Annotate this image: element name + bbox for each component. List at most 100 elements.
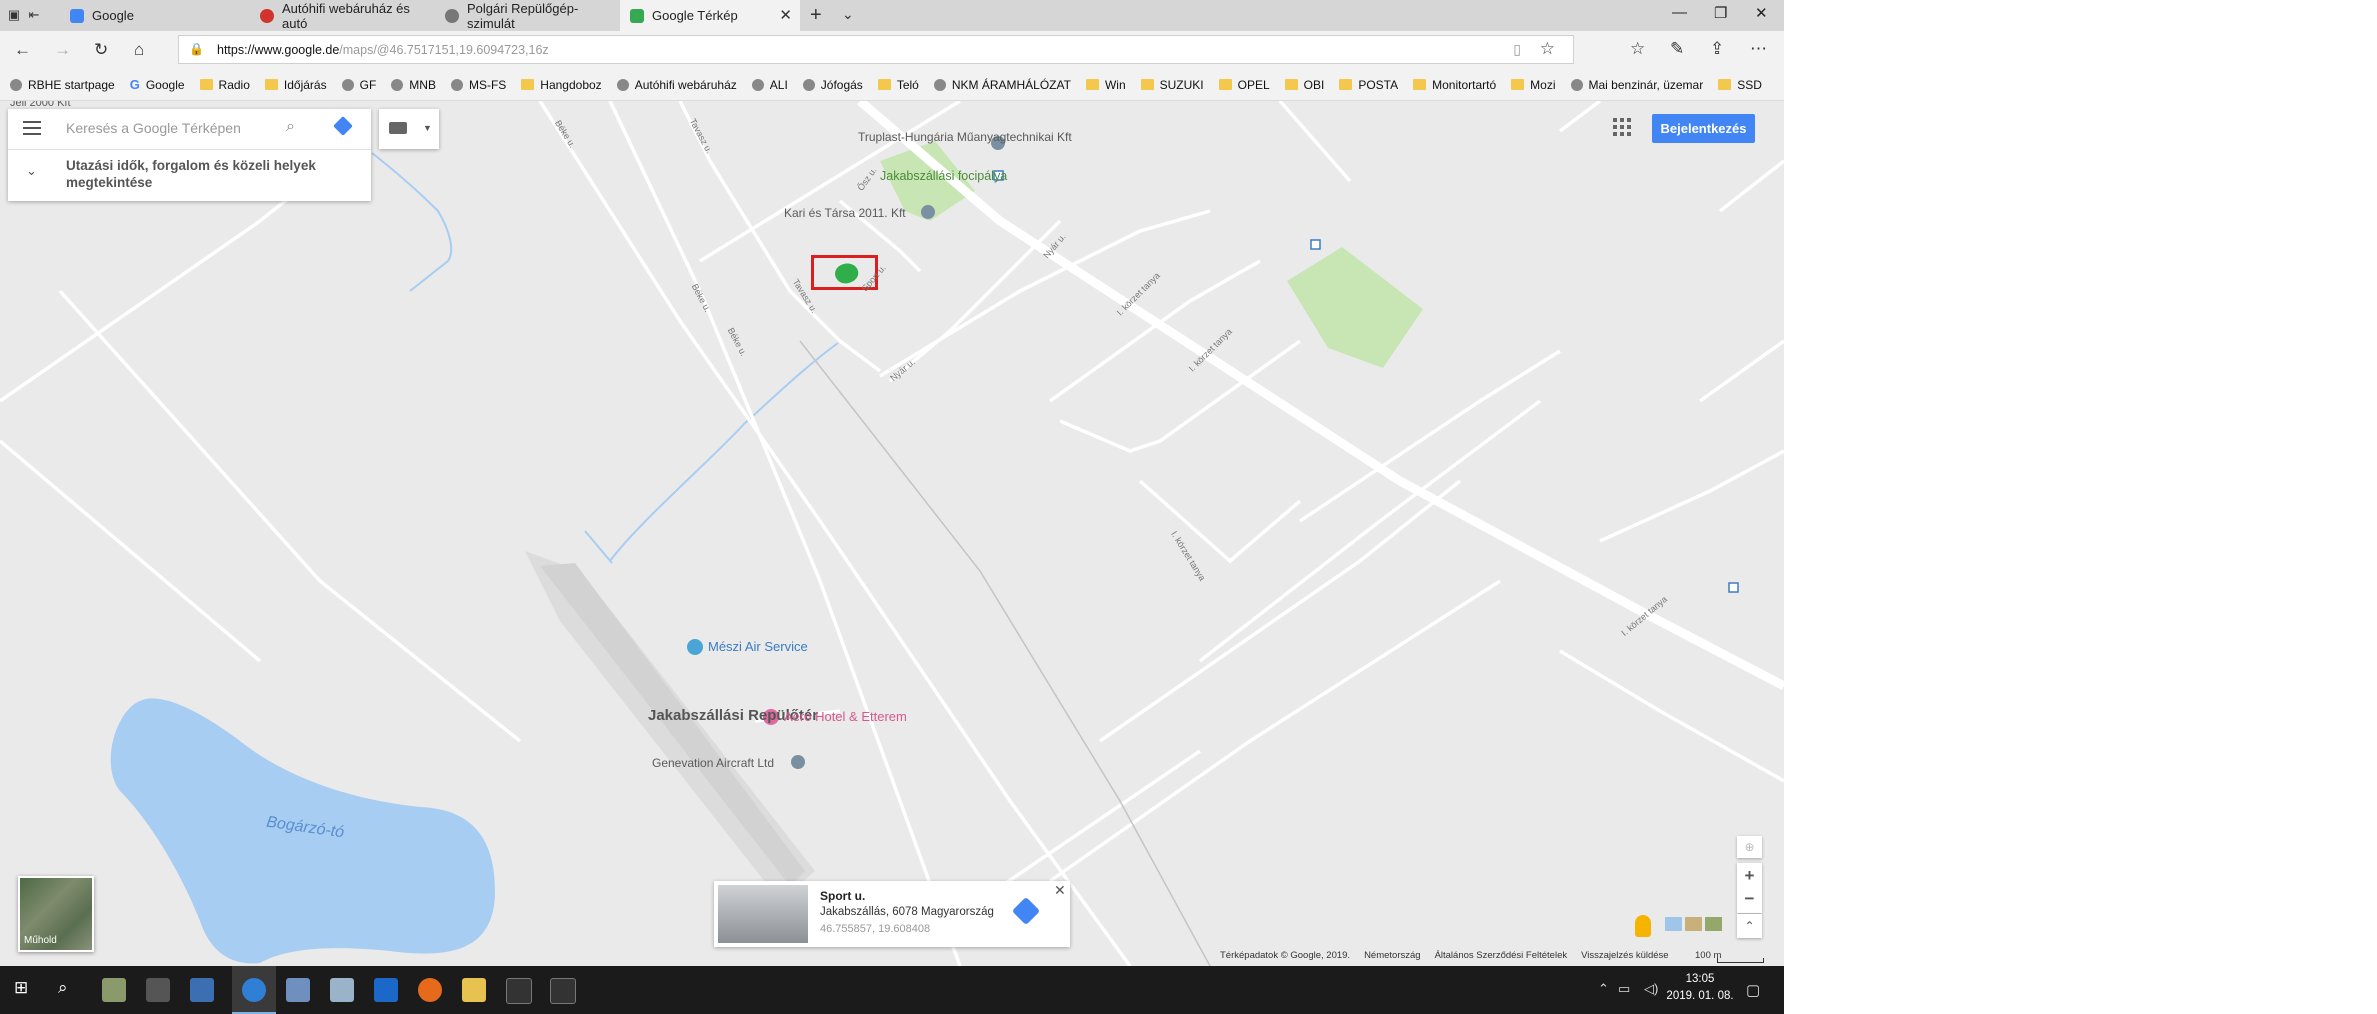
close-window-icon[interactable]: ✕ <box>1755 4 1768 22</box>
favorite-item[interactable]: Mai benzinár, üzemar <box>1570 78 1703 92</box>
reading-view-icon[interactable]: ▯ <box>1513 41 1521 58</box>
favorite-item[interactable]: SUZUKI <box>1140 78 1204 92</box>
favorite-item[interactable]: Autóhifi webáruház <box>616 78 737 92</box>
share-icon[interactable]: ⇪ <box>1710 39 1724 59</box>
layer-thumbnails[interactable] <box>1665 917 1722 931</box>
star-icon[interactable]: ☆ <box>1540 39 1555 59</box>
label-jell[interactable]: Jell 2000 Kft <box>10 101 71 109</box>
tray-chevron-icon[interactable]: ⌃ <box>1598 981 1609 997</box>
favorite-item[interactable]: SSD <box>1718 78 1762 92</box>
input-tools[interactable]: ▼ <box>379 109 439 149</box>
pegman-icon[interactable] <box>1635 915 1651 937</box>
my-location-button[interactable]: ⊕ <box>1737 836 1762 858</box>
set-aside-tabs-icon[interactable]: ⇤ <box>26 7 42 23</box>
card-coords[interactable]: 46.755857, 19.608408 <box>820 923 930 935</box>
minimize-icon[interactable]: — <box>1672 4 1687 21</box>
file-explorer-icon[interactable] <box>462 978 486 1002</box>
firefox-icon[interactable] <box>418 978 442 1002</box>
more-icon[interactable]: ⋯ <box>1750 39 1767 59</box>
app-icon-1[interactable] <box>102 978 126 1002</box>
notifications-icon[interactable]: ▢ <box>1746 981 1760 999</box>
favorite-item[interactable]: RBHE startpage <box>10 78 115 92</box>
favorite-item[interactable]: Jófogás <box>802 78 863 92</box>
favorite-item[interactable]: Teló <box>877 78 919 92</box>
home-icon[interactable]: ⌂ <box>134 40 144 60</box>
satellite-toggle[interactable]: Műhold <box>18 876 94 952</box>
keyboard-icon[interactable] <box>389 122 407 134</box>
layer-thumb-2[interactable] <box>1685 917 1702 931</box>
volume-icon[interactable]: ◁) <box>1644 981 1658 997</box>
chevron-down-icon[interactable]: ⌄ <box>26 163 37 179</box>
close-icon[interactable]: ✕ <box>1054 882 1066 899</box>
tab-google-terkep[interactable]: Google Térkép ✕ <box>620 0 800 31</box>
favorite-item[interactable]: MS-FS <box>450 78 506 92</box>
app-icon-10[interactable] <box>506 978 532 1004</box>
favorite-item[interactable]: ALI <box>751 78 788 92</box>
place-card[interactable]: Sport u. Jakabszállás, 6078 Magyarország… <box>714 881 1070 947</box>
chevron-down-icon[interactable]: ⌄ <box>842 6 854 23</box>
label-kari[interactable]: Kari és Társa 2011. Kft <box>784 206 906 220</box>
search-icon[interactable]: ⌕ <box>286 118 295 136</box>
search-input[interactable]: Keresés a Google Térképen <box>66 120 241 136</box>
close-tab-icon[interactable]: ✕ <box>779 6 792 24</box>
favorite-item[interactable]: G Google <box>130 77 185 92</box>
map-canvas[interactable]: Jell 2000 Kft Truplast-Hungária Műanyagt… <box>0 101 1784 966</box>
collapse-button[interactable]: ⌃ <box>1737 914 1762 938</box>
favorite-item[interactable]: POSTA <box>1339 78 1398 92</box>
directions-icon[interactable] <box>1011 896 1041 926</box>
network-icon[interactable]: ▭ <box>1618 981 1630 997</box>
favorites-icon[interactable]: ☆ <box>1630 39 1645 59</box>
label-meszi[interactable]: Mészi Air Service <box>708 639 808 654</box>
app-icon-11[interactable] <box>550 978 576 1004</box>
favorite-item[interactable]: Win <box>1085 78 1126 92</box>
label-focipalya[interactable]: Jakabszállási focipálya <box>880 169 1007 183</box>
footer-feedback[interactable]: Visszajelzés küldése <box>1581 950 1668 966</box>
search-icon[interactable]: ⌕ <box>58 978 68 998</box>
tab-google[interactable]: Google <box>60 0 240 31</box>
favorite-item[interactable]: OBI <box>1284 78 1324 92</box>
favorite-item[interactable]: Hangdoboz <box>521 78 602 92</box>
explore-row[interactable]: ⌄ Utazási idők, forgalom és közeli helye… <box>8 150 371 200</box>
favorite-item[interactable]: OPEL <box>1218 78 1270 92</box>
label-genevation[interactable]: Genevation Aircraft Ltd <box>652 756 774 770</box>
app-icon-5[interactable] <box>286 978 310 1002</box>
directions-icon[interactable] <box>333 116 353 136</box>
dropdown-arrow-icon[interactable]: ▼ <box>423 123 432 133</box>
favorite-item[interactable]: GF <box>341 78 376 92</box>
footer-country[interactable]: Németország <box>1364 950 1421 966</box>
apps-grid-icon[interactable] <box>1613 118 1631 136</box>
layer-thumb-3[interactable] <box>1705 917 1722 931</box>
card-title[interactable]: Sport u. <box>820 889 865 903</box>
label-repuloter[interactable]: Jakabszállási Repülőtér <box>648 707 818 724</box>
forward-icon[interactable]: → <box>54 40 71 60</box>
windows-start-icon[interactable]: ⊞ <box>14 978 28 998</box>
maximize-icon[interactable]: ❐ <box>1714 4 1727 22</box>
new-tab-icon[interactable]: + <box>810 4 822 27</box>
outlook-icon[interactable] <box>374 978 398 1002</box>
label-truplast[interactable]: Truplast-Hungária Műanyagtechnikai Kft <box>858 131 1072 144</box>
favorite-item[interactable]: Időjárás <box>264 78 327 92</box>
app-icon-6[interactable] <box>330 978 354 1002</box>
tab-actions-icon[interactable]: ▣ <box>6 7 22 23</box>
pen-icon[interactable]: ✎ <box>1670 39 1684 59</box>
url-field[interactable]: 🔒 https://www.google.de/maps/@46.7517151… <box>178 35 1574 64</box>
favorite-item[interactable]: Monitortartó <box>1413 78 1496 92</box>
edge-icon[interactable] <box>242 978 266 1002</box>
tab-autohifi[interactable]: Autóhifi webáruház és autó <box>250 0 430 31</box>
footer-terms[interactable]: Általános Szerződési Feltételek <box>1435 950 1568 966</box>
layer-thumb-1[interactable] <box>1665 917 1682 931</box>
tab-polgari[interactable]: Polgári Repülőgép-szimulát <box>435 0 615 31</box>
favorite-item[interactable]: NKM ÁRAMHÁLÓZAT <box>933 78 1071 92</box>
signin-button[interactable]: Bejelentkezés <box>1652 114 1755 143</box>
calculator-icon[interactable] <box>146 978 170 1002</box>
favorite-item[interactable]: Radio <box>199 78 250 92</box>
street-view-thumbnail[interactable] <box>718 885 808 943</box>
app-icon-3[interactable] <box>190 978 214 1002</box>
zoom-out-button[interactable]: − <box>1737 888 1762 913</box>
zoom-in-button[interactable]: + <box>1737 863 1762 888</box>
label-aero[interactable]: Aero Hotel & Etterem <box>784 709 907 724</box>
taskbar-clock[interactable]: 13:05 2019. 01. 08. <box>1662 971 1738 1005</box>
favorite-item[interactable]: Mozi <box>1511 78 1556 92</box>
favorite-item[interactable]: MNB <box>391 78 436 92</box>
menu-icon[interactable] <box>23 121 41 135</box>
